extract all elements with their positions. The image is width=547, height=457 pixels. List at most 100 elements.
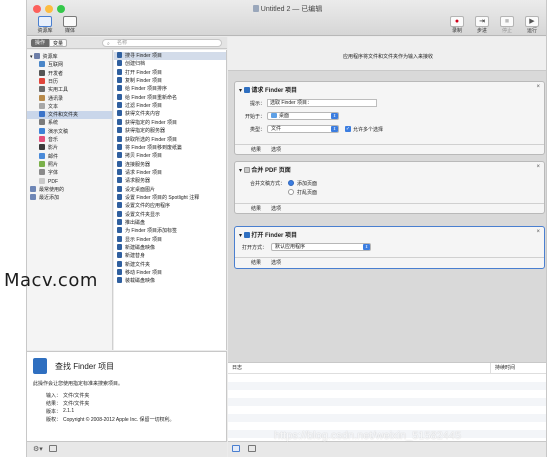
sidebar-item-label: 最常使用的 [39,186,65,193]
toolbar-record-button[interactable]: ● 录制 [444,16,470,34]
tab-actions[interactable]: 操作 [31,39,49,47]
action-card-ask-finder-items[interactable]: ▾ 请求 Finder 项目 × 提示： 选取 Finder 项目： 开始于： … [234,81,545,155]
sidebar-item-1[interactable]: 互联网 [27,61,112,69]
action-list-item[interactable]: 将 Finder 项目移到废纸篓 [114,143,226,152]
action-list-item[interactable]: 过滤 Finder 项目 [114,102,226,110]
results-tab[interactable]: 结果 [251,204,261,214]
open-with-popup[interactable]: 默认应用程序 ⇕ [271,243,371,251]
action-list-item[interactable]: 搜寻 Finder 项目 [114,52,226,61]
toolbar-run-button[interactable]: ▶ 运行 [519,16,545,34]
sidebar-item-15[interactable]: PDF [27,177,112,186]
finder-action-icon [117,244,122,251]
show-variables-icon[interactable] [248,445,256,452]
action-list-item[interactable]: 获得指定的 Finder 项目 [114,118,226,127]
finder-icon [33,358,47,374]
options-tab[interactable]: 选项 [271,145,281,155]
close-icon[interactable]: × [536,84,540,90]
sidebar-item-11[interactable]: 影片 [27,144,112,152]
start-at-popup[interactable]: 桌面 ⇕ [267,112,339,120]
action-list-item[interactable]: 装载磁盘映像 [114,277,226,285]
action-list-item[interactable]: 拷贝 Finder 项目 [114,152,226,160]
sidebar-item-12[interactable]: 邮件 [27,152,112,161]
finder-action-icon [117,210,122,217]
action-list-item[interactable]: 给 Finder 项目重新命名 [114,93,226,102]
toggle-description-icon[interactable] [49,445,57,452]
toolbar-media-button[interactable]: 媒体 [57,16,83,34]
stop-icon: ■ [500,16,514,27]
action-label: 获取所选的 Finder 项目 [125,136,177,143]
action-list-item[interactable]: 新建替身 [114,252,226,260]
disclosure-triangle-icon[interactable]: ▾ [30,54,33,60]
toolbar-stop-button[interactable]: ■ 停止 [494,16,520,34]
sidebar-item-9[interactable]: 演示文稿 [27,127,112,136]
sidebar-item-7[interactable]: 文件和文件夹 [27,111,112,120]
sidebar-item-16[interactable]: 最常使用的 [27,185,112,194]
toolbar-run-label: 运行 [526,28,537,34]
watermark-right: https://blog.csdn.net/weixin_51582445 [274,430,462,442]
sidebar-item-4[interactable]: 实用工具 [27,86,112,94]
sidebar-item-14[interactable]: 字体 [27,169,112,177]
close-icon[interactable]: × [536,229,540,235]
action-list-item[interactable]: 新建磁盘映像 [114,244,226,252]
pdf-icon [39,177,45,184]
library-footer: ⚙▾ [27,441,227,457]
action-list-item[interactable]: 设置文件夹显示 [114,210,226,219]
finder-action-icon [117,168,122,175]
search-input[interactable]: ⌕ 名称 [102,39,222,47]
close-icon[interactable]: × [536,164,540,170]
sidebar-item-8[interactable]: 系统 [27,119,112,127]
gear-icon[interactable]: ⚙▾ [33,445,43,453]
workflow-area: 应用程序将文件和文件夹作为输入来接收 ▾ 请求 Finder 项目 × 提示： … [228,37,546,362]
sidebar-item-13[interactable]: 照片 [27,160,112,169]
action-list-item[interactable]: 请求 Finder 项目 [114,168,226,177]
sidebar-item-10[interactable]: 音乐 [27,136,112,144]
sidebar-item-17[interactable]: 最近添加 [27,194,112,202]
append-pages-radio[interactable] [288,180,294,186]
action-list-item[interactable]: 创建归档 [114,60,226,68]
action-list-item[interactable]: 获取所选的 Finder 项目 [114,135,226,144]
action-label: 拷贝 Finder 项目 [125,153,162,160]
options-tab[interactable]: 选项 [271,204,281,214]
sidebar-item-label: 互联网 [48,62,64,69]
action-list-item[interactable]: 新建文件夹 [114,260,226,269]
toolbar-library-button[interactable]: 资源库 [32,16,58,34]
action-list-item[interactable]: 打开 Finder 项目 [114,68,226,77]
finder-action-icon [117,152,122,159]
sidebar-item-0[interactable]: ▾ 资源库 [27,53,112,61]
type-popup[interactable]: 文件 ⇕ [267,125,339,133]
sidebar-item-6[interactable]: 文本 [27,102,112,111]
action-list-item[interactable]: 给 Finder 项目排序 [114,85,226,93]
action-list-item[interactable]: 请求服务器 [114,177,226,185]
sidebar-item-label: 开发者 [48,70,64,77]
sidebar-item-5[interactable]: 通讯录 [27,94,112,103]
action-list-item[interactable]: 移动 Finder 项目 [114,269,226,277]
action-card-open-finder-items[interactable]: ▾ 打开 Finder 项目 × 打开方式： 默认应用程序 ⇕ 结果 选项 [234,226,545,269]
action-label: 过滤 Finder 项目 [125,103,162,110]
action-list-item[interactable]: 为 Finder 项目添加标签 [114,227,226,235]
options-tab[interactable]: 选项 [271,258,281,268]
results-tab[interactable]: 结果 [251,145,261,155]
action-list-item[interactable]: 获得指定的服务器 [114,127,226,135]
prompt-field[interactable]: 选取 Finder 项目： [267,99,377,107]
tab-variables[interactable]: 变量 [49,39,67,47]
shuffle-pages-radio[interactable] [288,189,294,195]
action-list-item[interactable]: 连接服务器 [114,160,226,169]
action-list-item[interactable]: 复制 Finder 项目 [114,77,226,85]
action-card-combine-pdf-pages[interactable]: ▾ 合并 PDF 页面 × 合并文稿方式： 添加页面 打乱页面 结果 选项 [234,161,545,214]
toolbar-step-button[interactable]: ⇥ 步进 [469,16,495,34]
media-icon [63,16,77,27]
allow-multiple-checkbox[interactable]: ✓ [345,126,351,132]
action-list-item[interactable]: 推出磁盘 [114,219,226,227]
sidebar-item-label: 字体 [48,170,59,177]
action-list-item[interactable]: 显示 Finder 项目 [114,235,226,244]
finder-action-icon [117,118,122,125]
sidebar-item-2[interactable]: 开发者 [27,69,112,78]
results-tab[interactable]: 结果 [251,258,261,268]
action-list-item[interactable]: 设定桌面图片 [114,185,226,194]
sidebar-item-3[interactable]: 日历 [27,77,112,86]
start-at-label: 开始于： [244,114,265,120]
action-list-item[interactable]: 设置 Finder 项目的 Spotlight 注释 [114,193,226,202]
action-list-item[interactable]: 获得文件夹内容 [114,110,226,118]
action-list-item[interactable]: 设置文件的应用程序 [114,202,226,210]
show-log-icon[interactable] [232,445,240,452]
